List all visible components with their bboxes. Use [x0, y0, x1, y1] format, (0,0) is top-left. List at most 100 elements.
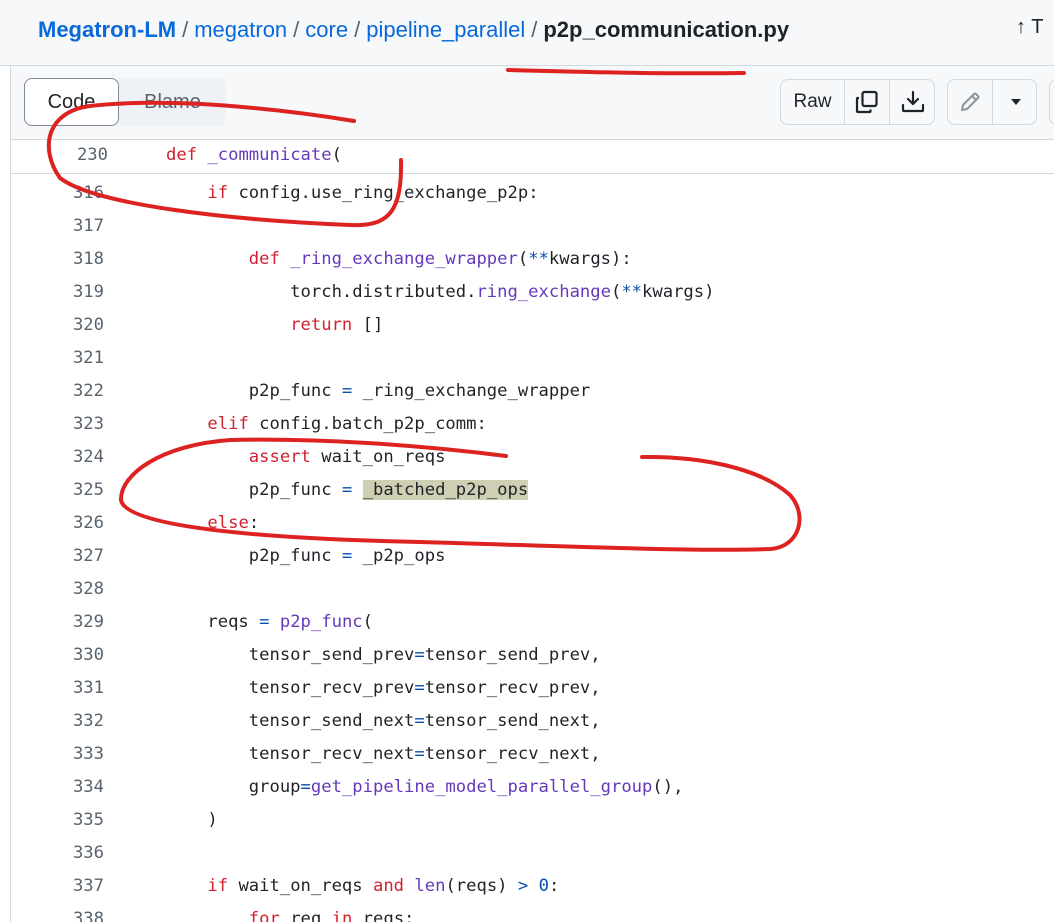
code-line: 327 p2p_func = _p2p_ops [11, 540, 1054, 573]
code-text: [] [352, 315, 384, 335]
breadcrumb-pipeline-link[interactable]: pipeline_parallel [366, 17, 525, 42]
code-keyword: if [207, 183, 229, 203]
line-number[interactable]: 317 [11, 216, 104, 236]
triangle-down-icon [1010, 99, 1021, 105]
edit-button[interactable] [948, 80, 993, 124]
code-operator: = [414, 744, 425, 764]
code-line-source: def _communicate( [166, 145, 342, 165]
code-text: (), [652, 777, 684, 797]
code-line-source: p2p_func = _batched_p2p_ops [166, 480, 529, 500]
code-text: tensor_recv_prev [166, 678, 415, 698]
download-icon [901, 90, 924, 113]
code-line: 316 if config.use_ring_exchange_p2p: [11, 177, 1054, 210]
code-text: (reqs) [445, 876, 518, 896]
code-keyword: assert [248, 447, 311, 467]
code-line-source: group=get_pipeline_model_parallel_group(… [166, 777, 684, 797]
top-button[interactable]: ↑ T [1016, 16, 1043, 39]
line-number[interactable]: 327 [11, 546, 104, 566]
code-operator: = [341, 480, 353, 500]
copy-button[interactable] [845, 80, 890, 124]
code-line-source: tensor_send_next=tensor_send_next, [166, 711, 601, 731]
code-text: wait_on_reqs [228, 876, 373, 896]
code-text: tensor_send_prev [166, 645, 415, 665]
code-operator: = [414, 711, 425, 731]
code-function: ring_exchange [476, 282, 611, 302]
line-number[interactable]: 337 [11, 876, 104, 896]
breadcrumb-separator: / [531, 17, 538, 42]
code-line: 335 ) [11, 804, 1054, 837]
code-viewer: 230 def _communicate( 316 if config.use_… [10, 140, 1054, 922]
more-options-button[interactable] [1049, 79, 1054, 125]
blame-tab[interactable]: Blame [119, 78, 226, 126]
file-header: Code Blame Raw [10, 66, 1054, 140]
code-text: kwargs) [642, 282, 715, 302]
line-number[interactable]: 335 [11, 810, 104, 830]
code-line: 323 elif config.batch_p2p_comm: [11, 408, 1054, 441]
line-number[interactable]: 328 [11, 579, 104, 599]
line-number[interactable]: 319 [11, 282, 104, 302]
breadcrumb-core-link[interactable]: core [305, 17, 348, 42]
code-operator: = [341, 546, 353, 566]
copy-icon [855, 90, 878, 114]
code-line-source: else: [166, 513, 259, 533]
code-line-source: def _ring_exchange_wrapper(**kwargs): [166, 249, 632, 269]
code-line: 318 def _ring_exchange_wrapper(**kwargs)… [11, 243, 1054, 276]
code-line: 325 p2p_func = _batched_p2p_ops [11, 474, 1054, 507]
line-number[interactable]: 324 [11, 447, 104, 467]
code-text: reqs: [352, 909, 415, 922]
code-line: 326 else: [11, 507, 1054, 540]
code-line-source: tensor_send_prev=tensor_send_prev, [166, 645, 601, 665]
line-number[interactable]: 230 [11, 145, 108, 165]
edit-dropdown-button[interactable] [993, 80, 1038, 124]
line-number[interactable]: 316 [11, 183, 104, 203]
line-number[interactable]: 333 [11, 744, 104, 764]
code-line-source: tensor_recv_prev=tensor_recv_prev, [166, 678, 601, 698]
code-function: len [414, 876, 446, 896]
breadcrumb-file-name: p2p_communication.py [543, 17, 790, 42]
line-number[interactable]: 330 [11, 645, 104, 665]
line-number[interactable]: 338 [11, 909, 104, 922]
line-number[interactable]: 322 [11, 381, 104, 401]
line-number[interactable]: 326 [11, 513, 104, 533]
line-number[interactable]: 329 [11, 612, 104, 632]
line-number[interactable]: 320 [11, 315, 104, 335]
code-line-source: ) [166, 810, 217, 830]
breadcrumb-separator: / [182, 17, 189, 42]
download-button[interactable] [890, 80, 935, 124]
code-tab[interactable]: Code [24, 78, 119, 126]
code-keyword: def [248, 249, 280, 269]
line-number[interactable]: 332 [11, 711, 104, 731]
breadcrumb-megatron-link[interactable]: megatron [194, 17, 287, 42]
code-operator: = [300, 777, 311, 797]
code-text: config.batch_p2p_comm: [248, 414, 487, 434]
line-number[interactable]: 325 [11, 480, 104, 500]
line-number[interactable]: 336 [11, 843, 104, 863]
view-mode-toggle: Code Blame [24, 78, 226, 126]
line-number[interactable]: 318 [11, 249, 104, 269]
code-keyword: in [331, 909, 353, 922]
line-number[interactable]: 323 [11, 414, 104, 434]
line-number[interactable]: 334 [11, 777, 104, 797]
sticky-function-header[interactable]: 230 def _communicate( [11, 140, 1054, 174]
code-text: : [248, 513, 260, 533]
code-text: group [166, 777, 301, 797]
code-line-source: if config.use_ring_exchange_p2p: [166, 183, 538, 203]
code-line: 334 group=get_pipeline_model_parallel_gr… [11, 771, 1054, 804]
raw-button[interactable]: Raw [781, 80, 845, 124]
code-line: 328 [11, 573, 1054, 606]
line-number[interactable]: 321 [11, 348, 104, 368]
code-line-source: if wait_on_reqs and len(reqs) > 0: [166, 876, 559, 896]
code-text: _p2p_ops [352, 546, 446, 566]
code-line: 319 torch.distributed.ring_exchange(**kw… [11, 276, 1054, 309]
breadcrumb-repo-link[interactable]: Megatron-LM [38, 17, 176, 42]
code-line: 330 tensor_send_prev=tensor_send_prev, [11, 639, 1054, 672]
code-text: req [279, 909, 332, 922]
line-number[interactable]: 331 [11, 678, 104, 698]
